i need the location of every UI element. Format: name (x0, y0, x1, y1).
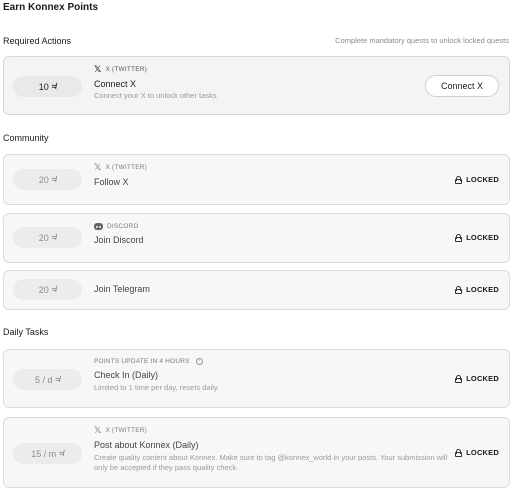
section-daily-label: Daily Tasks (3, 327, 49, 337)
connect-x-button[interactable]: Connect X (425, 75, 499, 97)
section-community-label: Community (3, 133, 49, 143)
points-pill: 20 ≉ (13, 279, 82, 300)
page-title: Earn Konnex Points (3, 2, 99, 13)
task-info: 𝕏 X (TWITTER) Connect X Connect your X t… (94, 65, 217, 101)
points-value: 20 (38, 232, 49, 243)
task-title: Follow X (94, 177, 129, 187)
points-pill: 15 / m ≉ (13, 443, 82, 464)
points-update-label: POINTS UPDATE IN 4 HOURS (94, 358, 190, 365)
lock-icon (455, 448, 463, 457)
platform-tag: POINTS UPDATE IN 4 HOURS i (94, 358, 219, 365)
konnex-k-icon: ≉ (59, 449, 64, 458)
platform-label: X (TWITTER) (105, 427, 148, 434)
locked-label: LOCKED (466, 175, 499, 184)
points-value: 15 / m (31, 448, 57, 459)
lock-icon (455, 233, 463, 242)
task-info: 𝕏 X (TWITTER) Follow X (94, 163, 147, 188)
info-icon[interactable]: i (195, 358, 203, 365)
task-card-check-in: 5 / d ≉ POINTS UPDATE IN 4 HOURS i Check… (3, 349, 510, 408)
konnex-k-icon: ≉ (55, 375, 60, 384)
platform-label: X (TWITTER) (105, 66, 148, 73)
points-value: 5 / d (35, 374, 53, 385)
task-card-follow-x: 20 ≉ 𝕏 X (TWITTER) Follow X LOCKED (3, 154, 510, 205)
points-value: 20 (38, 174, 49, 185)
konnex-k-icon: ≉ (51, 285, 57, 294)
task-info: POINTS UPDATE IN 4 HOURS i Check In (Dai… (94, 358, 219, 393)
locked-label: LOCKED (466, 233, 499, 242)
x-logo-icon: 𝕏 (94, 162, 102, 172)
task-card-connect-x: 10 ≉ 𝕏 X (TWITTER) Connect X Connect you… (3, 56, 510, 115)
task-title: Connect X (94, 79, 137, 89)
task-info: DISCORD Join Discord (94, 223, 144, 245)
task-info: 𝕏 X (TWITTER) Post about Konnex (Daily) … (94, 426, 449, 473)
platform-tag: 𝕏 X (TWITTER) (94, 426, 449, 435)
task-title: Post about Konnex (Daily) (94, 440, 199, 450)
locked-label: LOCKED (466, 448, 499, 457)
discord-icon (94, 223, 103, 230)
locked-badge: LOCKED (455, 448, 499, 457)
task-title: Join Discord (94, 235, 144, 245)
task-card-post-about-konnex: 15 / m ≉ 𝕏 X (TWITTER) Post about Konnex… (3, 417, 510, 488)
points-pill: 20 ≉ (13, 169, 82, 190)
section-required-label: Required Actions (3, 36, 72, 46)
x-logo-icon: 𝕏 (94, 64, 102, 74)
task-info: Join Telegram (94, 279, 150, 294)
x-logo-icon: 𝕏 (94, 425, 102, 435)
platform-tag: 𝕏 X (TWITTER) (94, 163, 147, 172)
konnex-k-icon: ≉ (51, 233, 57, 242)
locked-badge: LOCKED (455, 175, 499, 184)
konnex-k-icon: ≉ (51, 175, 57, 184)
locked-label: LOCKED (466, 285, 499, 294)
task-card-join-discord: 20 ≉ DISCORD Join Discord LOCKED (3, 213, 510, 263)
platform-tag: DISCORD (94, 223, 144, 230)
platform-label: DISCORD (107, 223, 139, 230)
task-card-join-telegram: 20 ≉ Join Telegram LOCKED (3, 270, 510, 310)
task-description: Connect your X to unlock other tasks (94, 91, 217, 100)
lock-icon (455, 285, 463, 294)
konnex-k-icon: ≉ (51, 82, 57, 91)
lock-icon (455, 374, 463, 383)
lock-icon (455, 175, 463, 184)
platform-label: X (TWITTER) (105, 164, 148, 171)
task-description: Create quality content about Konnex. Mak… (94, 453, 448, 472)
task-title: Check In (Daily) (94, 370, 159, 380)
locked-badge: LOCKED (455, 285, 499, 294)
locked-label: LOCKED (466, 374, 499, 383)
task-title: Join Telegram (94, 284, 150, 294)
points-value: 20 (38, 284, 49, 295)
points-value: 10 (38, 81, 49, 92)
task-description: Limited to 1 time per day, resets daily. (94, 383, 220, 392)
locked-badge: LOCKED (455, 374, 499, 383)
section-required-hint: Complete mandatory quests to unlock lock… (335, 36, 509, 45)
points-pill: 20 ≉ (13, 227, 82, 248)
points-pill: 10 ≉ (13, 76, 82, 97)
locked-badge: LOCKED (455, 233, 499, 242)
points-pill: 5 / d ≉ (13, 369, 82, 390)
platform-tag: 𝕏 X (TWITTER) (94, 65, 217, 74)
